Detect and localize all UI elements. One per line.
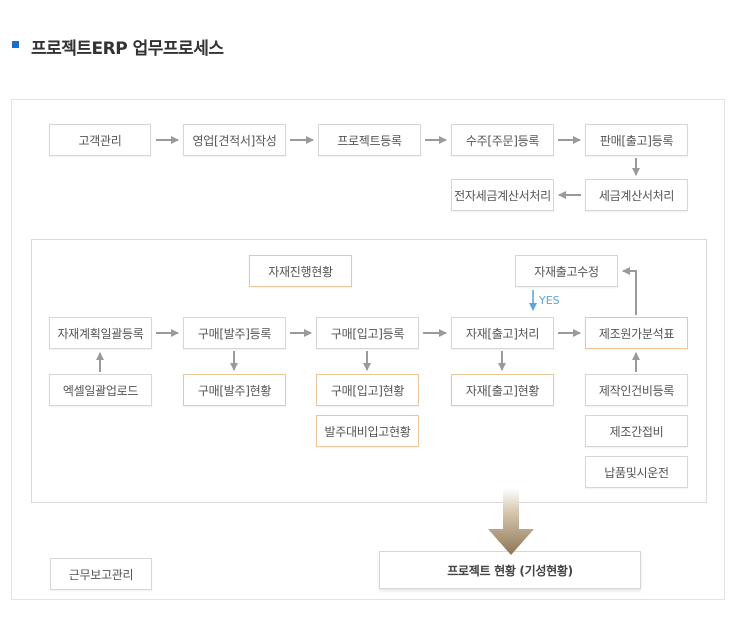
node-material-progress[interactable]: 자재진행현황	[249, 255, 352, 287]
node-mfg-indirect[interactable]: 제조간접비	[585, 415, 688, 447]
node-purchase-order-status[interactable]: 구매[발주]현황	[183, 374, 286, 406]
node-sales-estimate[interactable]: 영업[견적서]작성	[183, 124, 286, 156]
title-bullet-icon	[12, 41, 19, 48]
node-purchase-order-reg[interactable]: 구매[발주]등록	[183, 317, 286, 349]
node-customer[interactable]: 고객관리	[49, 124, 151, 156]
node-project-reg[interactable]: 프로젝트등록	[318, 124, 421, 156]
node-purchase-in-reg[interactable]: 구매[입고]등록	[316, 317, 419, 349]
page-title-text: 프로젝트ERP 업무프로세스	[31, 39, 224, 59]
node-material-out-status[interactable]: 자재[출고]현황	[451, 374, 554, 406]
node-mfg-cost-table[interactable]: 제조원가분석표	[585, 317, 688, 349]
node-order-reg[interactable]: 수주[주문]등록	[451, 124, 554, 156]
node-delivery-test[interactable]: 납품및시운전	[585, 456, 688, 488]
node-work-report[interactable]: 근무보고관리	[50, 558, 152, 590]
node-excel-upload[interactable]: 엑셀일괄업로드	[49, 374, 152, 406]
node-material-plan-bulk[interactable]: 자재계획일괄등록	[49, 317, 152, 349]
node-e-tax-invoice[interactable]: 전자세금계산서처리	[451, 179, 554, 211]
node-tax-invoice[interactable]: 세금계산서처리	[585, 179, 688, 211]
node-project-status[interactable]: 프로젝트 현황 (기성현황)	[379, 551, 641, 589]
node-material-ship-edit[interactable]: 자재출고수정	[515, 255, 618, 287]
node-purchase-in-status[interactable]: 구매[입고]현황	[316, 374, 419, 406]
node-sale-ship-reg[interactable]: 판매[출고]등록	[585, 124, 688, 156]
node-order-vs-in-status[interactable]: 발주대비입고현황	[316, 415, 419, 447]
node-mfg-labor-reg[interactable]: 제작인건비등록	[585, 374, 688, 406]
node-material-out-proc[interactable]: 자재[출고]처리	[451, 317, 554, 349]
yes-label: YES	[539, 294, 560, 307]
